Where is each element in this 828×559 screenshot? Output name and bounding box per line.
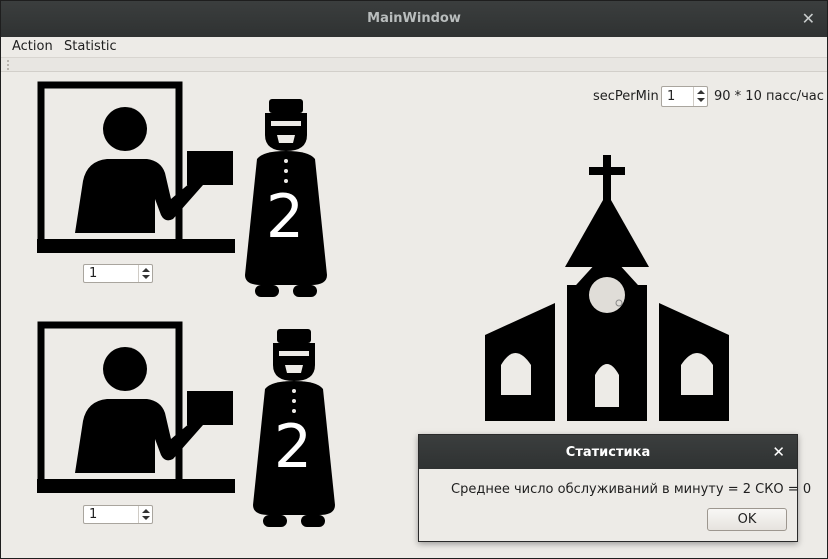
rate-label: 90 * 10 пасс/час [714, 89, 824, 104]
title-bar: MainWindow ✕ [1, 1, 827, 37]
sec-per-min-value: 1 [667, 89, 676, 104]
sec-per-min-spinbox[interactable]: 1 [661, 86, 708, 107]
spin-down-icon[interactable] [142, 275, 150, 279]
station-2-spin-arrows [138, 506, 152, 523]
menu-action[interactable]: Action [12, 39, 53, 54]
priest-icon: 2 [245, 99, 327, 297]
spin-down-icon[interactable] [142, 516, 150, 520]
dialog-title: Статистика [565, 445, 651, 460]
station-2-spinbox[interactable]: 1 [83, 505, 153, 524]
cashier-window-icon [37, 321, 235, 493]
window-title: MainWindow [367, 11, 461, 26]
station-2-spin-value: 1 [89, 507, 98, 522]
dialog-close-icon[interactable]: ✕ [772, 443, 785, 461]
menu-statistic[interactable]: Statistic [64, 39, 117, 54]
menu-bar: Action Statistic [1, 37, 827, 57]
toolbar-grip-icon[interactable] [7, 60, 11, 70]
cashier-window-icon [37, 81, 235, 253]
queue-count-1: 2 [266, 182, 304, 252]
toolbar [1, 57, 827, 72]
spin-up-icon[interactable] [142, 509, 150, 513]
spin-up-icon[interactable] [142, 268, 150, 272]
dialog-title-bar: Статистика ✕ [419, 435, 797, 469]
station-1-spin-value: 1 [89, 266, 98, 281]
queue-count-2: 2 [274, 412, 312, 482]
main-window: MainWindow ✕ Action Statistic 2 1 2 1 se… [0, 0, 828, 559]
spin-down-icon[interactable] [697, 98, 705, 102]
church-icon [485, 155, 729, 421]
dialog-message: Среднее число обслуживаний в минуту = 2 … [451, 482, 812, 497]
station-1-spin-arrows [138, 265, 152, 282]
station-1-spinbox[interactable]: 1 [83, 264, 153, 283]
spin-up-icon[interactable] [697, 90, 705, 94]
window-close-icon[interactable]: ✕ [802, 9, 815, 28]
statistics-dialog: Статистика ✕ Среднее число обслуживаний … [418, 434, 811, 542]
ok-button[interactable]: OK [707, 508, 787, 531]
sec-per-min-arrows [693, 87, 707, 106]
sec-per-min-label: secPerMin [593, 89, 659, 104]
priest-icon: 2 [253, 329, 335, 527]
